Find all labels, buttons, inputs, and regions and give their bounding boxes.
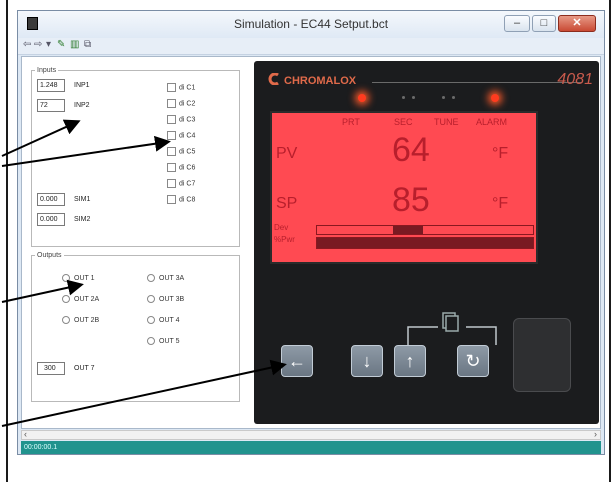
callout-arrow-keypad [1, 359, 287, 427]
callout-arrow-inputs-field [1, 119, 81, 157]
callout-arrow-outputs [1, 279, 84, 303]
callout-arrows [1, 119, 287, 427]
